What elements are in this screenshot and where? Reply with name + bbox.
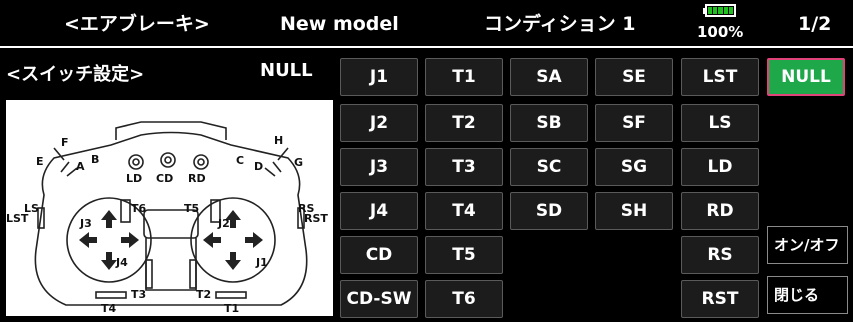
diagram-label-b: B xyxy=(91,153,99,166)
diagram-label-lst: LST xyxy=(6,212,29,225)
diagram-label-rst: RST xyxy=(304,212,328,225)
switch-button-cd-sw[interactable]: CD-SW xyxy=(340,280,418,318)
switch-button-sf[interactable]: SF xyxy=(595,104,673,142)
transmitter-diagram: F E A B LD CD RD H G C D LS LST T6 T5 RS… xyxy=(6,100,333,316)
close-button[interactable]: 閉じる xyxy=(767,276,848,314)
diagram-label-t1: T1 xyxy=(224,302,239,315)
diagram-label-t2: T2 xyxy=(196,288,211,301)
current-switch-value: NULL xyxy=(260,60,313,81)
switch-button-cd[interactable]: CD xyxy=(340,236,418,274)
switch-button-t1[interactable]: T1 xyxy=(425,58,503,96)
switch-button-null[interactable]: NULL xyxy=(767,58,845,96)
diagram-label-rd: RD xyxy=(188,172,206,185)
diagram-label-d: D xyxy=(254,160,263,173)
diagram-label-j3: J3 xyxy=(79,217,92,230)
switch-button-rst[interactable]: RST xyxy=(681,280,759,318)
switch-button-sb[interactable]: SB xyxy=(510,104,588,142)
switch-button-lst[interactable]: LST xyxy=(681,58,759,96)
condition-label: コンディション 1 xyxy=(484,13,636,35)
switch-button-sc[interactable]: SC xyxy=(510,148,588,186)
switch-button-j4[interactable]: J4 xyxy=(340,192,418,230)
battery-indicator: 100% xyxy=(697,4,757,44)
diagram-label-j4: J4 xyxy=(115,256,128,269)
switch-button-rd[interactable]: RD xyxy=(681,192,759,230)
battery-icon xyxy=(703,4,736,17)
header-bar: <エアブレーキ> New model コンディション 1 100% 1/2 xyxy=(0,0,853,46)
diagram-label-h: H xyxy=(274,134,283,147)
diagram-label-j1: J1 xyxy=(255,256,268,269)
diagram-label-a: A xyxy=(76,160,85,173)
switch-button-sh[interactable]: SH xyxy=(595,192,673,230)
diagram-label-t4: T4 xyxy=(101,302,117,315)
switch-button-sg[interactable]: SG xyxy=(595,148,673,186)
switch-button-sd[interactable]: SD xyxy=(510,192,588,230)
transmitter-illustration: F E A B LD CD RD H G C D LS LST T6 T5 RS… xyxy=(6,121,328,315)
switch-button-se[interactable]: SE xyxy=(595,58,673,96)
switch-button-t6[interactable]: T6 xyxy=(425,280,503,318)
diagram-label-f: F xyxy=(61,136,69,149)
page-indicator[interactable]: 1/2 xyxy=(798,0,831,46)
diagram-label-ld: LD xyxy=(126,172,142,185)
on-off-button[interactable]: オン/オフ xyxy=(767,226,848,264)
diagram-label-t6: T6 xyxy=(131,202,147,215)
switch-button-j2[interactable]: J2 xyxy=(340,104,418,142)
model-name: New model xyxy=(280,13,399,35)
diagram-label-t3: T3 xyxy=(131,288,146,301)
diagram-label-c: C xyxy=(236,154,244,167)
switch-button-j1[interactable]: J1 xyxy=(340,58,418,96)
switch-button-rs[interactable]: RS xyxy=(681,236,759,274)
diagram-label-e: E xyxy=(36,155,44,168)
switch-button-sa[interactable]: SA xyxy=(510,58,588,96)
diagram-label-t5: T5 xyxy=(184,202,199,215)
header-divider xyxy=(0,46,853,48)
switch-button-ls[interactable]: LS xyxy=(681,104,759,142)
switch-button-t3[interactable]: T3 xyxy=(425,148,503,186)
switch-button-t2[interactable]: T2 xyxy=(425,104,503,142)
switch-settings-title: <スイッチ設定> xyxy=(6,64,145,85)
battery-percent: 100% xyxy=(697,23,744,41)
screen-title[interactable]: <エアブレーキ> xyxy=(64,0,210,46)
switch-button-ld[interactable]: LD xyxy=(681,148,759,186)
diagram-label-g: G xyxy=(294,156,303,169)
switch-button-t5[interactable]: T5 xyxy=(425,236,503,274)
diagram-label-cd: CD xyxy=(156,172,173,185)
switch-button-j3[interactable]: J3 xyxy=(340,148,418,186)
switch-button-t4[interactable]: T4 xyxy=(425,192,503,230)
diagram-label-j2: J2 xyxy=(217,217,230,230)
